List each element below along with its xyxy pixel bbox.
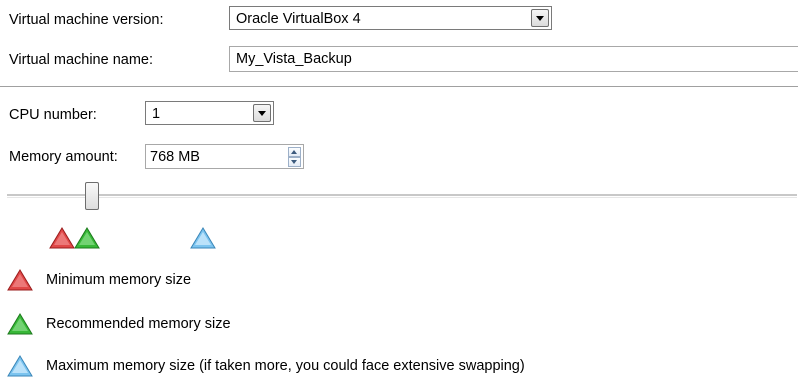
spin-down-icon[interactable] [288,157,301,167]
memory-amount-stepper[interactable]: 768 MB [145,144,304,169]
chevron-down-icon[interactable] [531,9,549,27]
vm-version-label: Virtual machine version: [9,12,164,28]
divider [0,86,798,87]
spin-up-icon[interactable] [288,147,301,157]
vm-name-label: Virtual machine name: [9,52,154,68]
memory-amount-value: 768 MB [150,149,200,165]
legend-minimum-label: Minimum memory size [46,272,192,288]
recommended-marker-icon [74,227,100,249]
blue-triangle-icon [7,355,33,377]
vm-version-value: Oracle VirtualBox 4 [236,11,361,27]
cpu-number-value: 1 [152,106,161,122]
memory-slider-thumb[interactable] [85,182,99,210]
memory-slider-track[interactable] [7,194,797,197]
legend-recommended-label: Recommended memory size [46,316,231,332]
red-triangle-icon [7,269,33,291]
vm-name-value: My_Vista_Backup [236,51,352,67]
maximum-marker-icon [190,227,216,249]
cpu-number-label: CPU number: [9,107,97,123]
cpu-number-dropdown[interactable]: 1 [145,101,274,125]
legend-maximum-label: Maximum memory size (if taken more, you … [46,358,525,374]
minimum-marker-icon [49,227,75,249]
green-triangle-icon [7,313,33,335]
chevron-down-icon[interactable] [253,104,271,122]
vm-version-dropdown[interactable]: Oracle VirtualBox 4 [229,6,552,30]
memory-amount-label: Memory amount: [9,149,118,165]
memory-spinner[interactable] [288,147,301,167]
vm-name-field[interactable]: My_Vista_Backup [229,46,798,72]
